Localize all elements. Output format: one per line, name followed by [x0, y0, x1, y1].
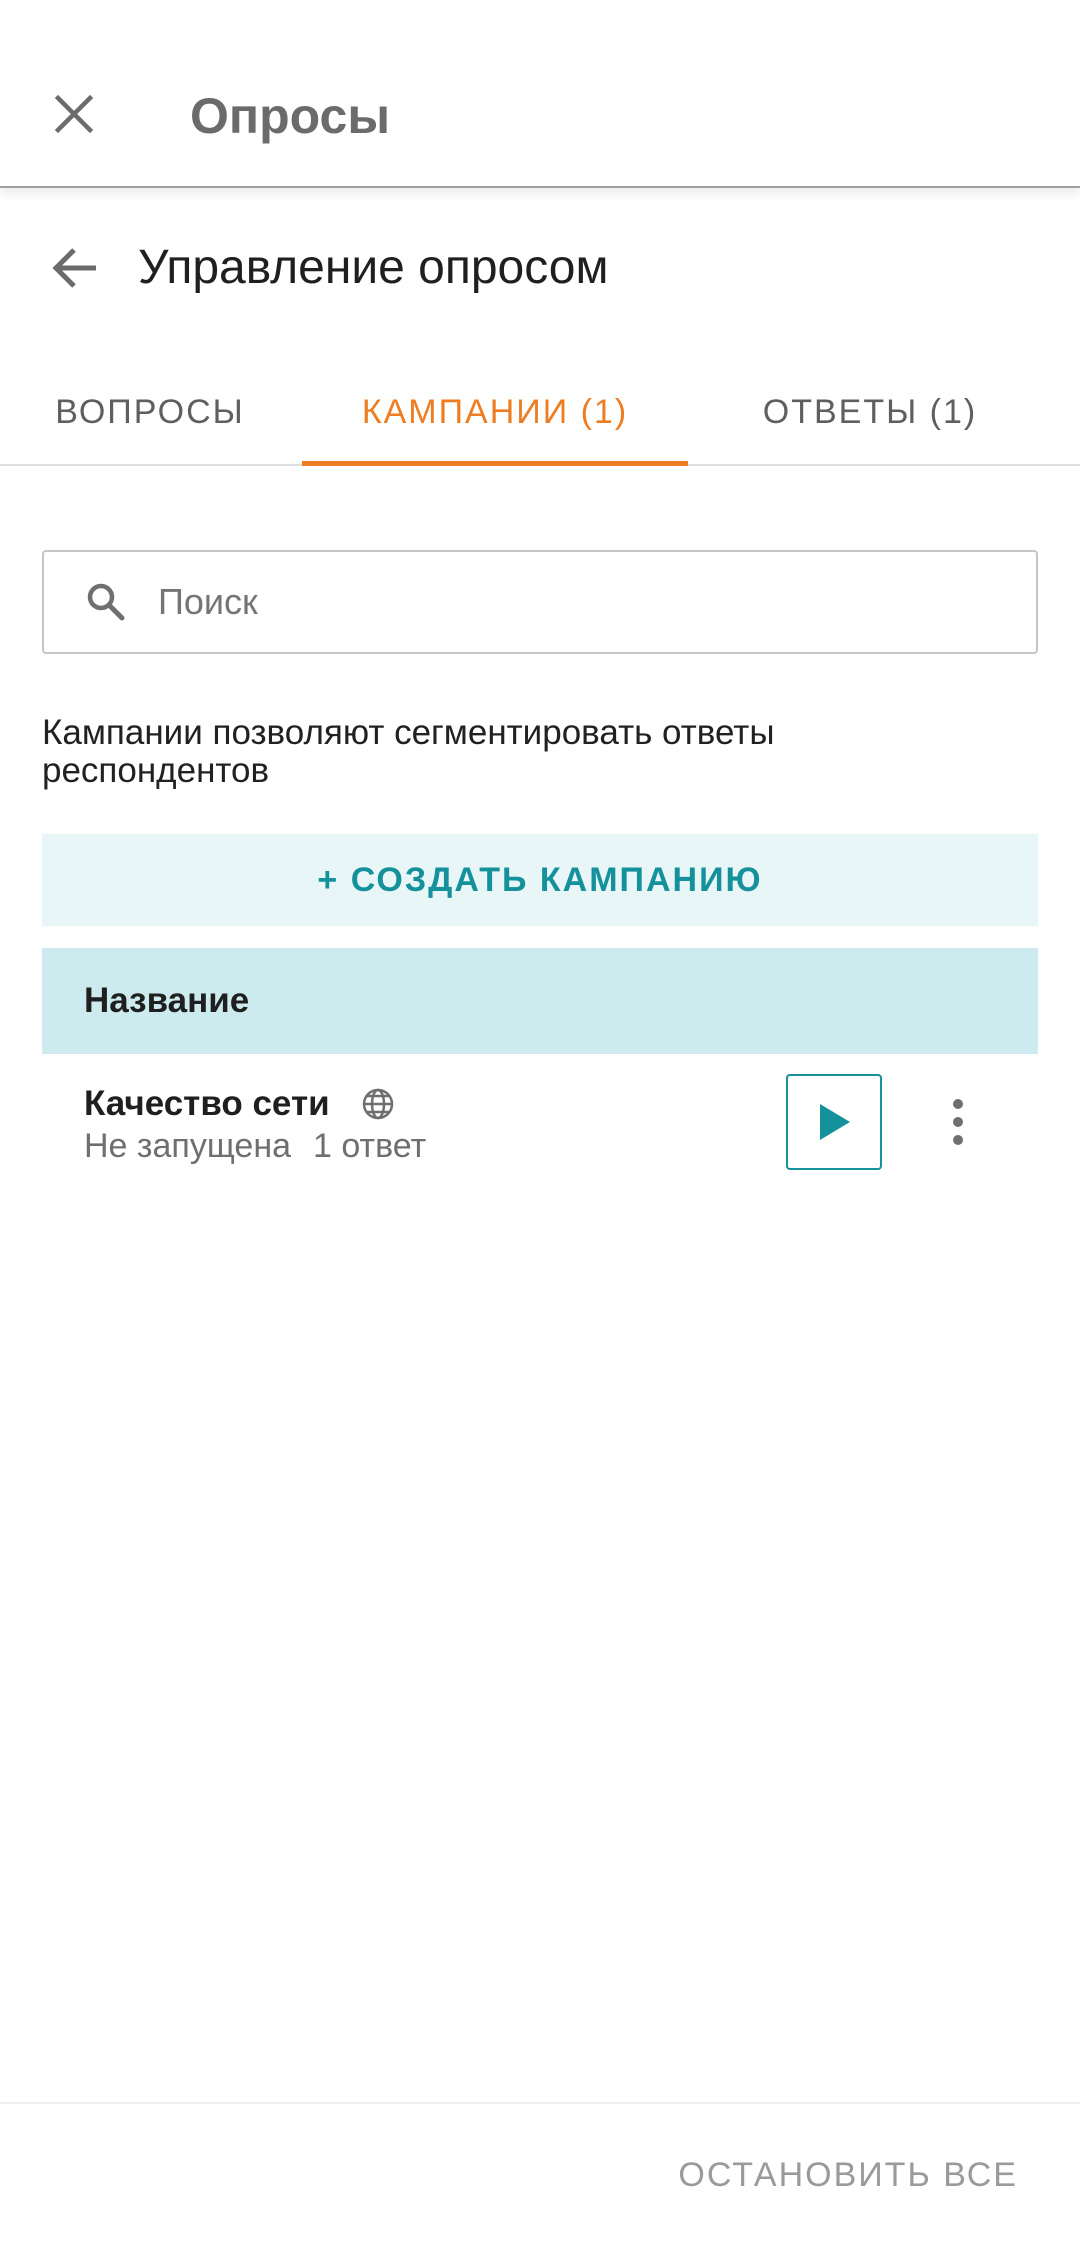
column-header-name: Название	[84, 981, 250, 1020]
more-vert-icon[interactable]	[926, 1090, 990, 1154]
start-campaign-button[interactable]	[786, 1074, 882, 1170]
create-campaign-button[interactable]: + СОЗДАТЬ КАМПАНИЮ	[42, 834, 1038, 926]
campaigns-description: Кампании позволяют сегментировать ответы…	[42, 713, 775, 790]
search-box[interactable]	[42, 550, 1038, 654]
campaign-responses: 1 ответ	[313, 1127, 427, 1165]
app-title: Опросы	[190, 88, 391, 144]
table-row[interactable]: Качество сети Не запущена 1 ответ	[42, 1060, 1038, 1180]
stop-all-button[interactable]: ОСТАНОВИТЬ ВСЕ	[678, 2156, 1018, 2195]
campaign-status: Не запущена	[84, 1127, 292, 1165]
survey-management-screen: Опросы Управление опросом ВОПРОСЫ КАМПАН…	[0, 0, 1080, 2250]
tab-campaigns[interactable]: КАМПАНИИ (1)	[302, 360, 688, 466]
close-icon[interactable]	[44, 84, 104, 144]
tab-bar: ВОПРОСЫ КАМПАНИИ (1) ОТВЕТЫ (1)	[0, 360, 1080, 466]
play-icon	[820, 1104, 850, 1140]
campaign-meta: Не запущена 1 ответ	[84, 1126, 426, 1166]
app-bar: Опросы	[0, 0, 1080, 188]
tab-questions[interactable]: ВОПРОСЫ	[30, 360, 270, 464]
sub-header: Управление опросом	[0, 228, 1080, 308]
bottom-bar: ОСТАНОВИТЬ ВСЕ	[0, 2102, 1080, 2250]
arrow-back-icon[interactable]	[42, 236, 106, 300]
table-header: Название	[42, 948, 1038, 1054]
search-icon	[76, 572, 136, 632]
page-title: Управление опросом	[138, 241, 609, 294]
search-input[interactable]	[158, 581, 978, 623]
tab-answers[interactable]: ОТВЕТЫ (1)	[720, 360, 1020, 464]
campaign-name: Качество сети	[84, 1084, 330, 1123]
globe-icon	[358, 1084, 398, 1124]
